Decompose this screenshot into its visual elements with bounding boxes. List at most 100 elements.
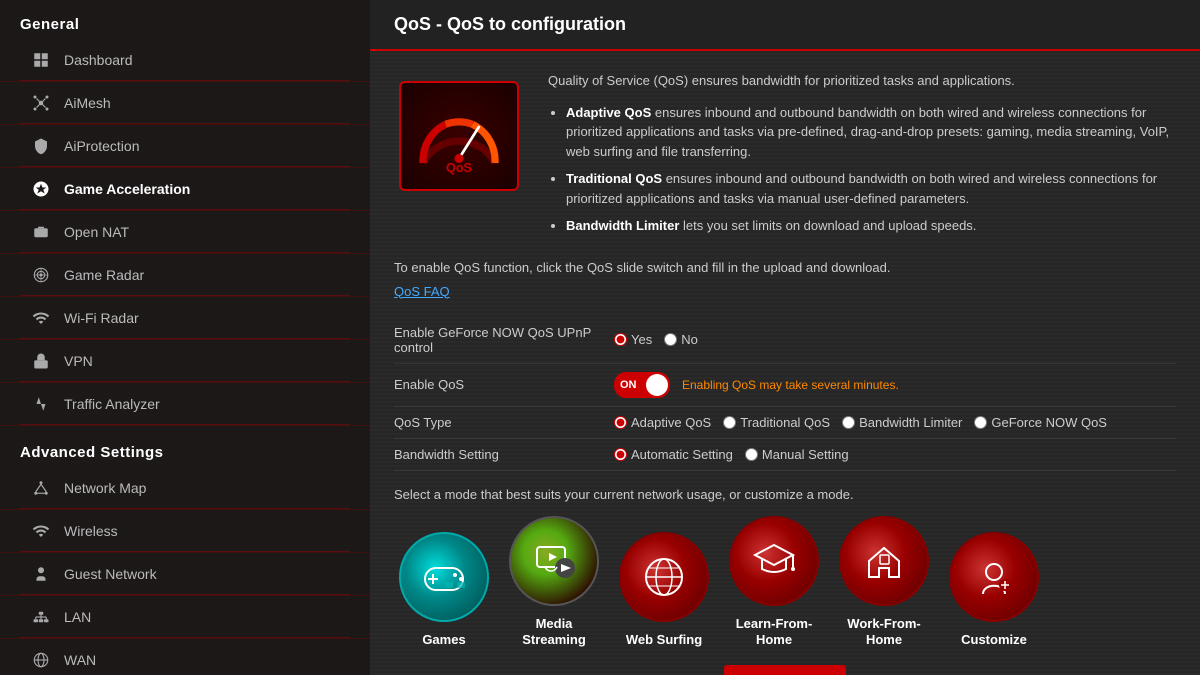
mode-item-web-surfing[interactable]: Web Surfing xyxy=(614,532,714,649)
apply-button[interactable]: Apply xyxy=(724,665,845,675)
geforce-label: GeForce NOW QoS xyxy=(991,415,1107,430)
sidebar-item-wifi-radar[interactable]: Wi-Fi Radar xyxy=(0,297,370,340)
svg-text:QoS: QoS xyxy=(446,161,472,175)
adaptive-qos-text: ensures inbound and outbound bandwidth o… xyxy=(566,105,1169,159)
qos-toggle[interactable]: ON xyxy=(614,372,670,398)
geforce-now-label: Enable GeForce NOW QoS UPnP control xyxy=(394,325,614,355)
sidebar-item-game-acceleration[interactable]: Game Acceleration xyxy=(0,168,370,211)
sidebar-item-aiprotection[interactable]: AiProtection xyxy=(0,125,370,168)
qos-speedometer-svg: QoS xyxy=(414,91,504,181)
qos-type-adaptive[interactable]: Adaptive QoS xyxy=(614,415,711,430)
qos-type-traditional[interactable]: Traditional QoS xyxy=(723,415,830,430)
learn-from-home-label: Learn-From-Home xyxy=(736,616,813,650)
geforce-now-no-radio[interactable] xyxy=(664,333,677,346)
wan-icon xyxy=(30,649,52,671)
intro-section: QoS Quality of Service (QoS) ensures ban… xyxy=(394,71,1176,244)
vpn-icon xyxy=(30,350,52,372)
geforce-now-yes[interactable]: Yes xyxy=(614,332,652,347)
media-streaming-icon-circle xyxy=(509,516,599,606)
toggle-on-label: ON xyxy=(620,379,637,391)
games-icon-circle xyxy=(399,532,489,622)
bandwidth-setting-label: Bandwidth Setting xyxy=(394,447,614,462)
mode-item-games[interactable]: Games xyxy=(394,532,494,649)
qos-type-adaptive-radio[interactable] xyxy=(614,416,627,429)
media-streaming-svg xyxy=(527,533,582,588)
aiprotection-icon xyxy=(30,135,52,157)
qos-type-bandwidth-radio[interactable] xyxy=(842,416,855,429)
enable-qos-row: Enable QoS ON Enabling QoS may take seve… xyxy=(394,364,1176,407)
bandwidth-label: Bandwidth Limiter xyxy=(859,415,962,430)
advanced-section-label: Advanced Settings xyxy=(0,436,370,467)
web-surfing-label: Web Surfing xyxy=(626,632,702,649)
qos-toggle-warning: Enabling QoS may take several minutes. xyxy=(682,378,899,392)
apply-row: Apply xyxy=(394,665,1176,675)
page-header: QoS - QoS to configuration xyxy=(370,0,1200,51)
mode-item-customize[interactable]: Customize xyxy=(944,532,1044,649)
sidebar: General Dashboard AiMesh AiProtection Ga… xyxy=(0,0,370,675)
qos-type-geforce-radio[interactable] xyxy=(974,416,987,429)
enable-qos-label: Enable QoS xyxy=(394,377,614,392)
bandwidth-manual-radio[interactable] xyxy=(745,448,758,461)
aimesh-icon xyxy=(30,92,52,114)
web-surfing-icon-circle xyxy=(619,532,709,622)
modes-prompt: Select a mode that best suits your curre… xyxy=(394,487,1176,502)
bandwidth-auto-radio[interactable] xyxy=(614,448,627,461)
open-nat-icon xyxy=(30,221,52,243)
mode-item-work-from-home[interactable]: Work-From-Home xyxy=(834,516,934,650)
bullet-traditional: Traditional QoS ensures inbound and outb… xyxy=(566,169,1176,208)
games-label: Games xyxy=(422,632,465,649)
qos-type-geforce[interactable]: GeForce NOW QoS xyxy=(974,415,1107,430)
bullet-bandwidth: Bandwidth Limiter lets you set limits on… xyxy=(566,216,1176,236)
mode-icons-row: Games MediaStreaming xyxy=(394,516,1176,650)
sidebar-item-wan[interactable]: WAN xyxy=(0,639,370,675)
sidebar-item-traffic-analyzer[interactable]: Traffic Analyzer xyxy=(0,383,370,426)
geforce-now-yes-radio[interactable] xyxy=(614,333,627,346)
sidebar-item-dashboard[interactable]: Dashboard xyxy=(0,39,370,82)
bandwidth-setting-control: Automatic Setting Manual Setting xyxy=(614,447,849,462)
work-from-home-svg xyxy=(857,533,912,588)
qos-faq-link[interactable]: QoS FAQ xyxy=(394,284,450,299)
customize-label: Customize xyxy=(961,632,1027,649)
work-from-home-label: Work-From-Home xyxy=(847,616,920,650)
learn-from-home-svg xyxy=(747,533,802,588)
sidebar-item-guest-network[interactable]: Guest Network xyxy=(0,553,370,596)
modes-section: Select a mode that best suits your curre… xyxy=(394,487,1176,675)
network-map-icon xyxy=(30,477,52,499)
adaptive-qos-label: Adaptive QoS xyxy=(566,105,651,120)
traditional-qos-label: Traditional QoS xyxy=(566,171,662,186)
geforce-now-control: Yes No xyxy=(614,332,698,347)
sidebar-item-vpn[interactable]: VPN xyxy=(0,340,370,383)
qos-type-bandwidth[interactable]: Bandwidth Limiter xyxy=(842,415,962,430)
sidebar-item-wireless[interactable]: Wireless xyxy=(0,510,370,553)
wireless-icon xyxy=(30,520,52,542)
qos-logo: QoS xyxy=(394,71,524,201)
qos-type-traditional-radio[interactable] xyxy=(723,416,736,429)
game-radar-icon xyxy=(30,264,52,286)
wifi-radar-icon xyxy=(30,307,52,329)
mode-item-learn-from-home[interactable]: Learn-From-Home xyxy=(724,516,824,650)
enable-text: To enable QoS function, click the QoS sl… xyxy=(394,260,1176,275)
sidebar-item-open-nat[interactable]: Open NAT xyxy=(0,211,370,254)
sidebar-item-aimesh[interactable]: AiMesh xyxy=(0,82,370,125)
mode-item-media-streaming[interactable]: MediaStreaming xyxy=(504,516,604,650)
content-area: QoS Quality of Service (QoS) ensures ban… xyxy=(370,51,1200,675)
games-svg xyxy=(417,550,472,605)
bandwidth-limiter-text: lets you set limits on download and uplo… xyxy=(679,218,976,233)
bandwidth-setting-row: Bandwidth Setting Automatic Setting Manu… xyxy=(394,439,1176,471)
sidebar-item-network-map[interactable]: Network Map xyxy=(0,467,370,510)
sidebar-item-lan[interactable]: LAN xyxy=(0,596,370,639)
traditional-label: Traditional QoS xyxy=(740,415,830,430)
learn-from-home-icon-circle xyxy=(729,516,819,606)
geforce-now-no-label: No xyxy=(681,332,698,347)
bandwidth-manual[interactable]: Manual Setting xyxy=(745,447,849,462)
bandwidth-auto[interactable]: Automatic Setting xyxy=(614,447,733,462)
customize-icon-circle xyxy=(949,532,1039,622)
main-content: QoS - QoS to configuration xyxy=(370,0,1200,675)
web-surfing-svg xyxy=(637,550,692,605)
bullet-adaptive: Adaptive QoS ensures inbound and outboun… xyxy=(566,103,1176,162)
enable-qos-control: ON Enabling QoS may take several minutes… xyxy=(614,372,899,398)
adaptive-label: Adaptive QoS xyxy=(631,415,711,430)
geforce-now-no[interactable]: No xyxy=(664,332,698,347)
media-streaming-label: MediaStreaming xyxy=(522,616,586,650)
sidebar-item-game-radar[interactable]: Game Radar xyxy=(0,254,370,297)
